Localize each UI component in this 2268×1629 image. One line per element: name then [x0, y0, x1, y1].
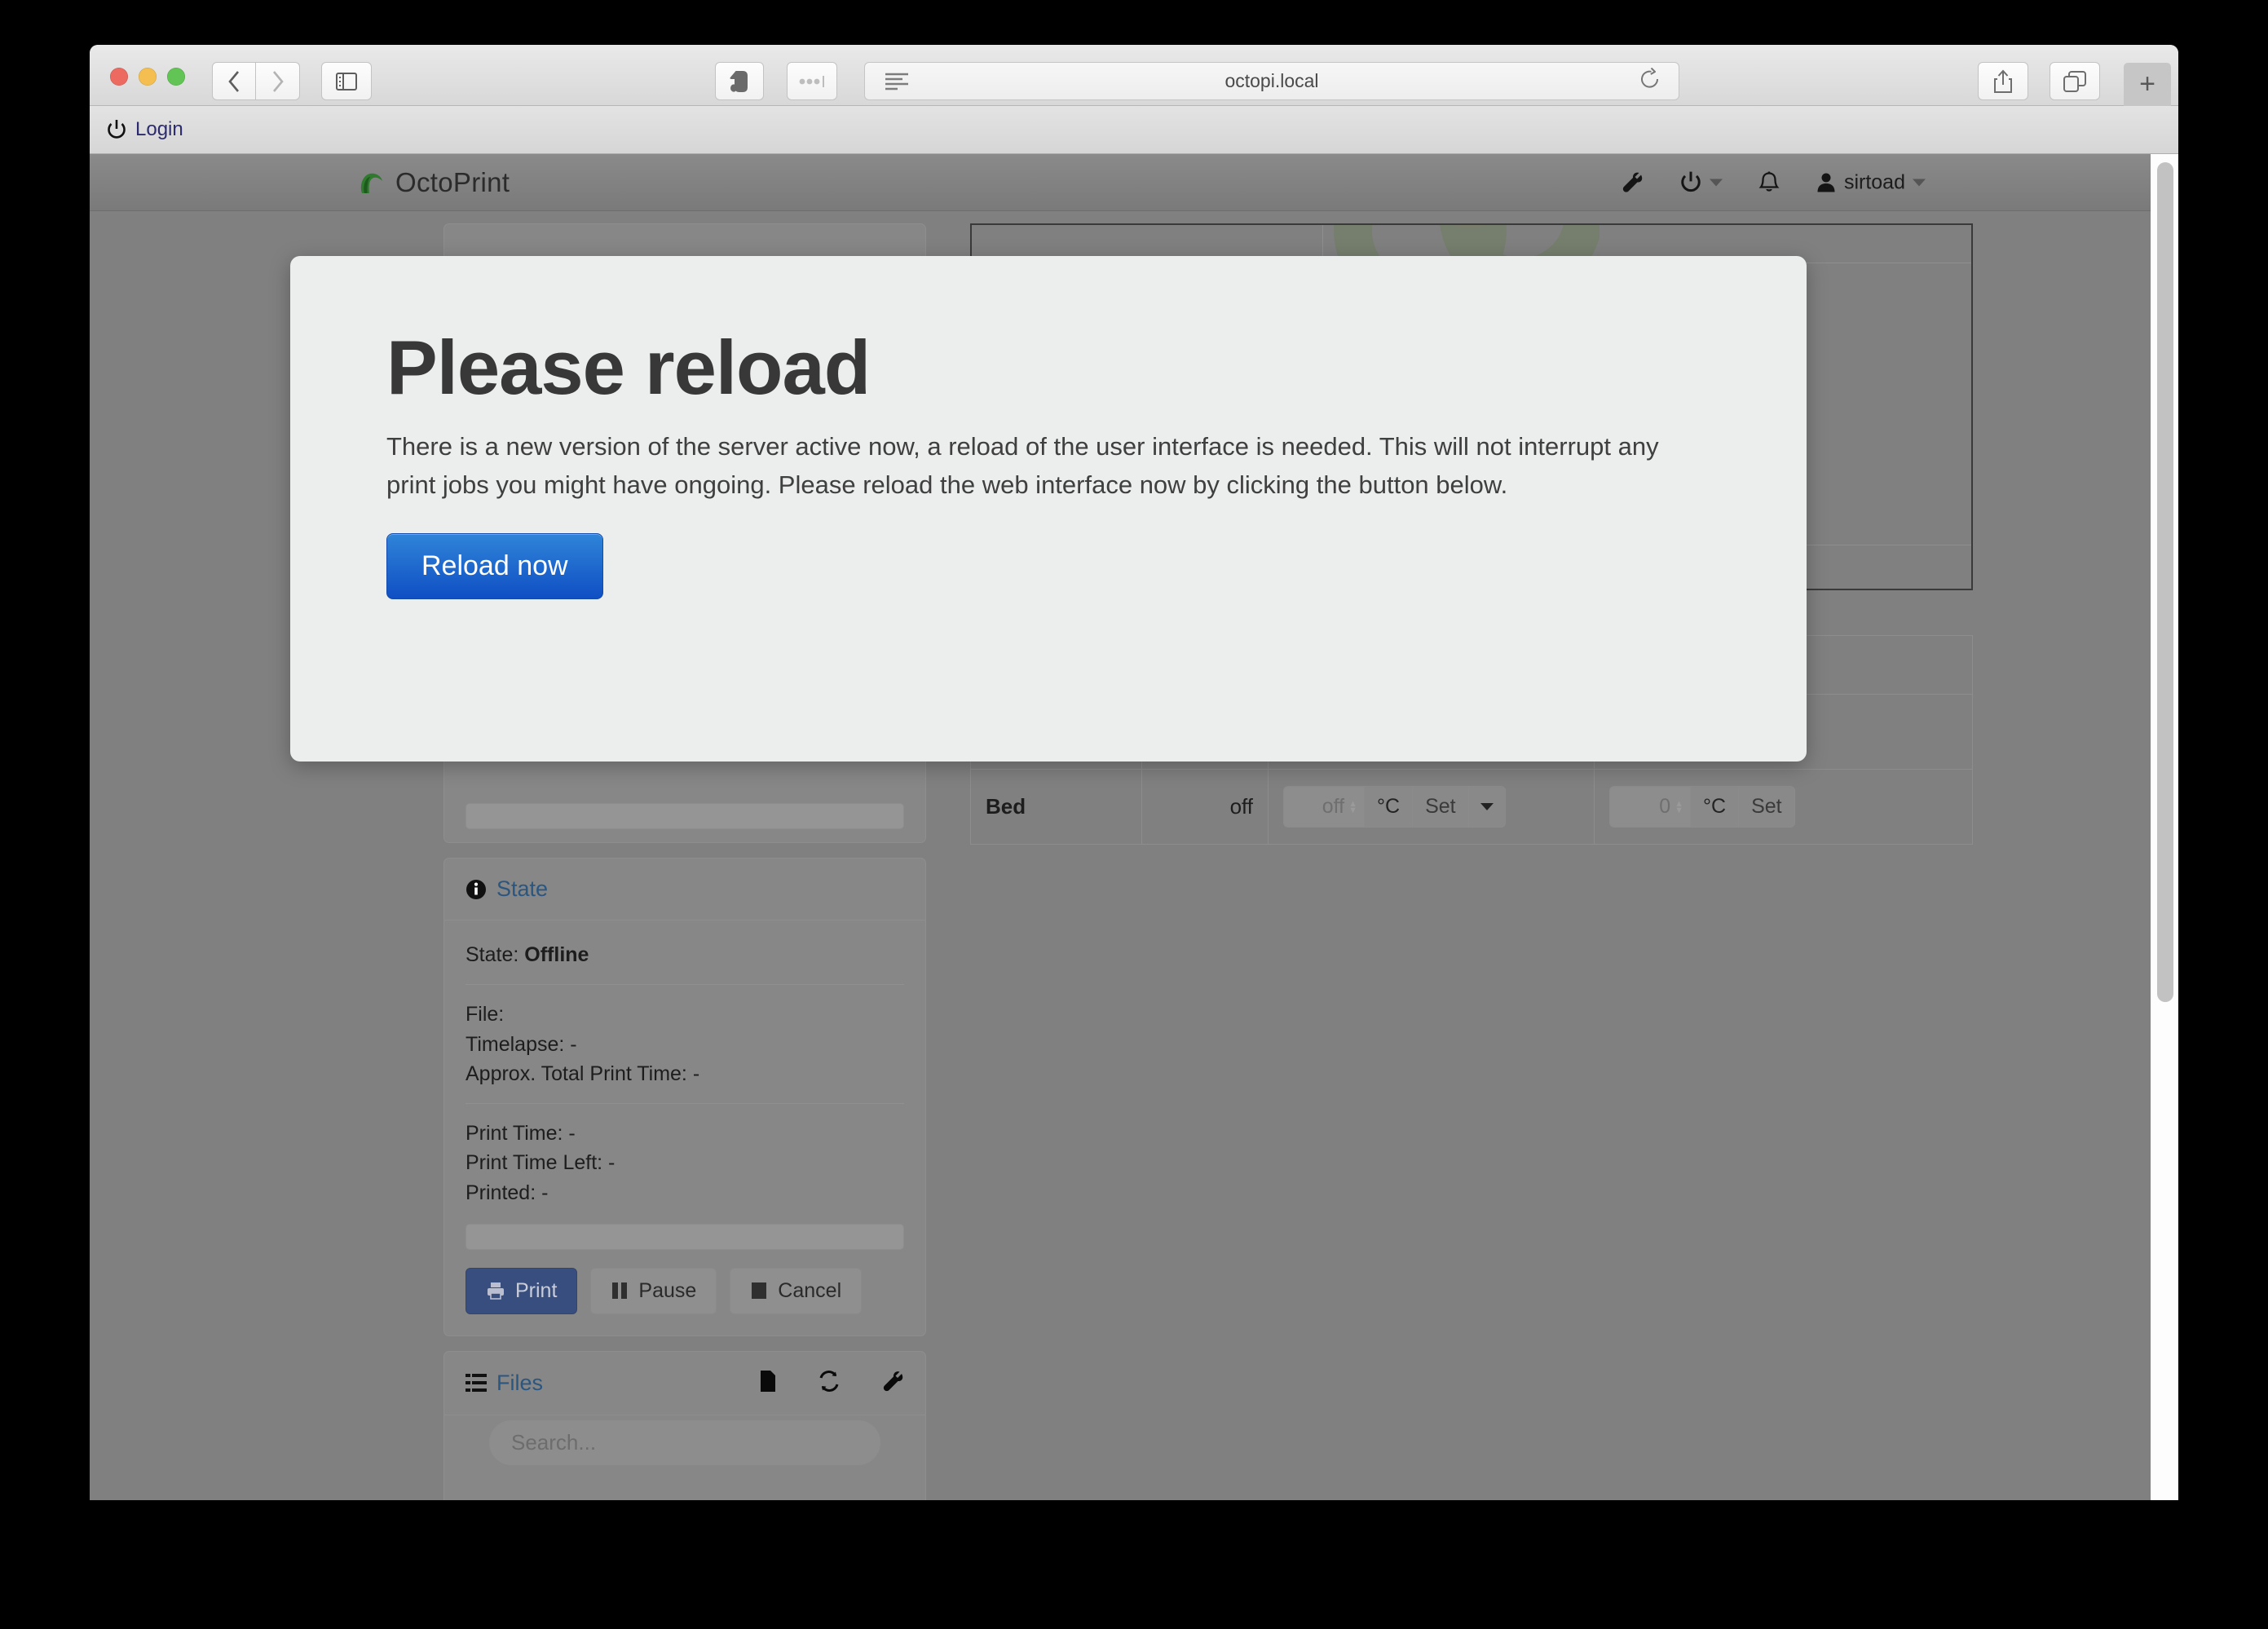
sidebar-icon [336, 72, 357, 90]
new-tab-label: + [2139, 68, 2155, 99]
browser-toolbar: octopi.local + [90, 45, 2178, 106]
share-icon [1994, 69, 2012, 93]
evernote-extension-button[interactable] [715, 62, 764, 100]
show-all-tabs-button[interactable] [2050, 62, 2100, 100]
share-button[interactable] [1978, 62, 2028, 100]
page-viewport: OctoPrint sirtoad State State: Offline F… [90, 154, 2178, 1500]
address-bar[interactable]: octopi.local [864, 62, 1679, 100]
bookmark-login-label: Login [135, 118, 183, 140]
close-window-button[interactable] [110, 68, 128, 86]
new-tab-button[interactable]: + [2124, 63, 2171, 106]
reader-view-button[interactable] [885, 73, 909, 95]
reload-icon [1641, 67, 1659, 88]
tabs-overview-icon [2063, 70, 2086, 92]
back-arrow-icon [228, 70, 239, 92]
evernote-icon [730, 70, 748, 92]
forward-arrow-icon [272, 70, 284, 92]
more-options-button[interactable] [787, 62, 837, 100]
reader-view-icon [885, 73, 908, 90]
reload-now-button-label: Reload now [421, 550, 568, 582]
reload-now-button[interactable]: Reload now [386, 533, 603, 600]
bookmarks-bar: Login [90, 106, 2178, 154]
maximize-window-button[interactable] [167, 68, 185, 86]
sidebar-toggle-button[interactable] [321, 62, 372, 100]
reload-page-button[interactable] [1639, 67, 1661, 95]
window-controls [110, 68, 185, 86]
reload-modal: Please reload There is a new version of … [290, 256, 1807, 762]
modal-backdrop: Please reload There is a new version of … [90, 154, 2178, 1500]
modal-body-text: There is a new version of the server act… [386, 432, 1659, 500]
minimize-window-button[interactable] [139, 68, 157, 86]
url-text: octopi.local [1224, 70, 1319, 91]
modal-title: Please reload [386, 324, 871, 410]
more-dots-icon [799, 75, 824, 87]
back-button[interactable] [212, 62, 256, 100]
power-icon [108, 120, 126, 139]
bookmark-login[interactable]: Login [106, 118, 183, 141]
browser-window: octopi.local + Login OctoPrint sirtoad S… [90, 45, 2178, 1500]
forward-button[interactable] [256, 62, 300, 100]
